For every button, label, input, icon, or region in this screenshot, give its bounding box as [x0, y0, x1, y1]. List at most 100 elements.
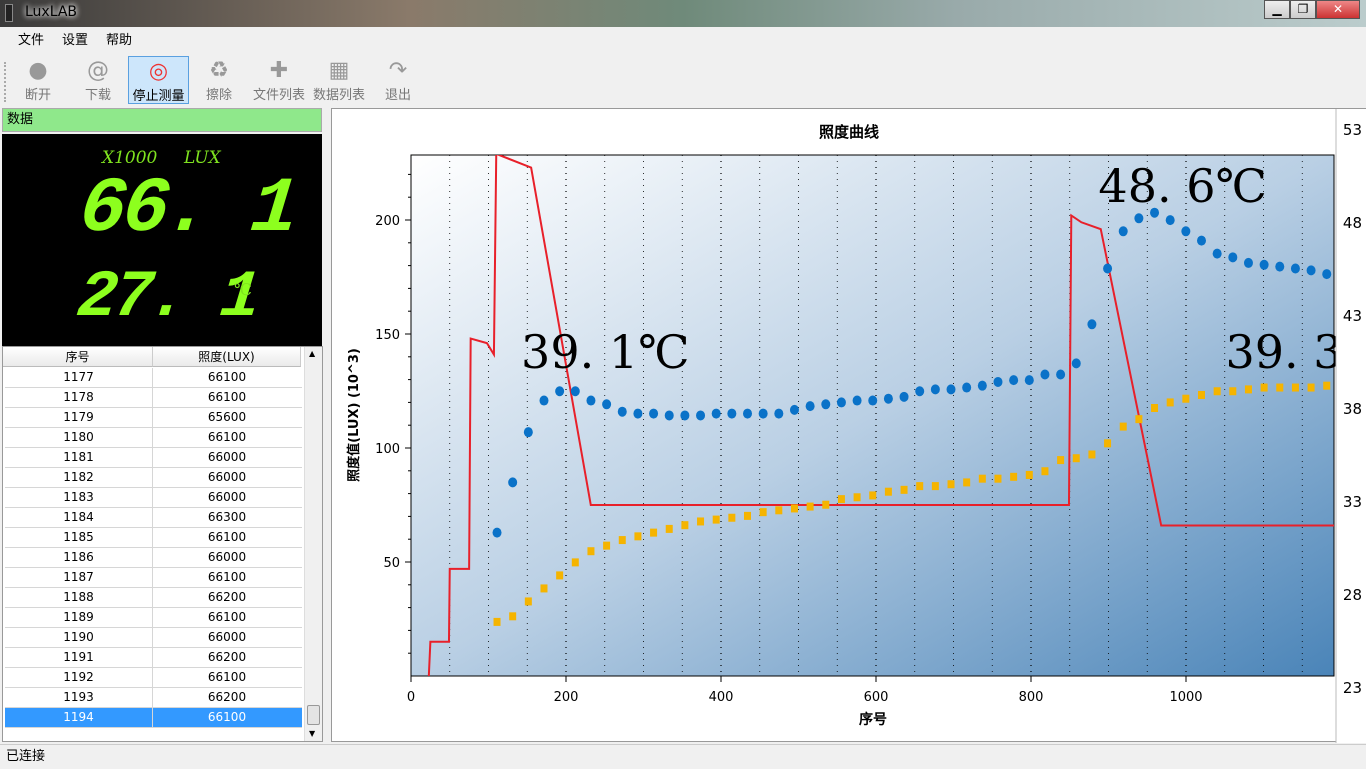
right-axis-panel	[1336, 109, 1366, 743]
temp1-point	[852, 395, 862, 406]
cell-lux: 66100	[207, 370, 247, 384]
temp2-point	[869, 491, 877, 500]
status-bar: 已连接	[0, 744, 1366, 768]
cell-index: 1179	[5, 408, 153, 427]
cell-index: 1182	[5, 468, 153, 487]
x-tick-label: 400	[709, 690, 734, 705]
temp1-point	[1103, 263, 1113, 274]
table-row[interactable]: 1187 66100	[5, 568, 302, 588]
temp2-point	[900, 485, 908, 494]
table-scrollbar[interactable]: ▲ ▼	[304, 347, 322, 741]
table-row[interactable]: 1189 66100	[5, 608, 302, 628]
chart-title: 照度曲线	[819, 123, 879, 141]
toolbar-button-0[interactable]: ● 断开	[10, 56, 66, 104]
temp2-point	[587, 547, 595, 556]
temp1-point	[883, 393, 893, 404]
temp2-point	[916, 482, 924, 491]
menu-help[interactable]: 帮助	[106, 29, 132, 53]
temp1-point	[711, 408, 721, 419]
address-book-icon: @	[87, 57, 109, 83]
table-row[interactable]: 1182 66000	[5, 468, 302, 488]
x-tick-label: 200	[554, 690, 579, 705]
table-row[interactable]: 1191 66200	[5, 648, 302, 668]
temp2-point	[1151, 404, 1159, 412]
temp2-point	[1276, 383, 1284, 392]
table-row[interactable]: 1180 66100	[5, 428, 302, 448]
temperature-annotation: 39. 1℃	[521, 325, 690, 379]
scroll-up-icon[interactable]: ▲	[309, 349, 315, 358]
temp1-point	[1322, 269, 1332, 280]
temp1-point	[774, 408, 784, 419]
table-row[interactable]: 1177 66100	[5, 368, 302, 388]
table-row[interactable]: 1193 66200	[5, 688, 302, 708]
table-row[interactable]: 1190 66000	[5, 628, 302, 648]
table-row[interactable]: 1194 66100	[5, 708, 302, 728]
y2-tick-label: 33	[1343, 493, 1362, 511]
table-row[interactable]: 1185 66100	[5, 528, 302, 548]
menu-settings[interactable]: 设置	[62, 29, 88, 53]
temp2-point	[1072, 454, 1080, 463]
y2-tick-label: 28	[1343, 586, 1362, 604]
minimize-button[interactable]: ▁	[1264, 0, 1290, 19]
temp2-point	[650, 528, 658, 537]
temp2-point	[1104, 439, 1112, 448]
cell-lux: 66300	[207, 510, 247, 524]
folder-add-icon: ✚	[269, 57, 289, 83]
temp1-point	[930, 384, 940, 395]
temp2-point	[1025, 470, 1033, 479]
toolbar-button-2[interactable]: ◎ 停止测量	[128, 56, 189, 104]
scroll-thumb[interactable]	[307, 705, 320, 725]
toolbar-button-6[interactable]: ↷ 退出	[372, 56, 424, 104]
temp1-point	[523, 427, 533, 438]
temp2-point	[1119, 422, 1127, 431]
temp1-point	[617, 406, 627, 417]
bulb-icon: ●	[28, 57, 48, 83]
table-row[interactable]: 1181 66000	[5, 448, 302, 468]
temp2-point	[963, 478, 971, 487]
scroll-down-icon[interactable]: ▼	[309, 729, 315, 738]
temp2-point	[853, 493, 861, 502]
y-tick-label: 50	[383, 556, 400, 571]
temp1-point	[993, 376, 1003, 387]
toolbar-button-3[interactable]: ♻ 擦除	[193, 56, 245, 104]
lcd-display: X1000 LUX 66. 1 27. 1 ℃	[2, 134, 322, 346]
toolbar-button-label: 下载	[84, 88, 111, 103]
toolbar-button-4[interactable]: ✚ 文件列表	[248, 56, 310, 104]
temp2-point	[681, 521, 689, 530]
column-header-lux[interactable]: 照度(LUX)	[153, 347, 301, 367]
cell-lux: 65600	[207, 410, 247, 424]
temp1-point	[1197, 235, 1206, 246]
menu-file[interactable]: 文件	[18, 29, 44, 53]
cell-lux: 66100	[207, 570, 247, 584]
cell-lux: 66100	[207, 530, 247, 544]
table-row[interactable]: 1184 66300	[5, 508, 302, 528]
temp2-point	[1307, 383, 1315, 392]
temp1-point	[727, 408, 737, 419]
trash-icon: ♻	[209, 57, 229, 83]
table-row[interactable]: 1178 66100	[5, 388, 302, 408]
table-row[interactable]: 1188 66200	[5, 588, 302, 608]
temp1-point	[602, 399, 612, 410]
cell-lux: 66100	[207, 670, 247, 684]
cell-index: 1192	[5, 668, 153, 687]
temp1-point	[664, 410, 674, 421]
temp1-point	[789, 404, 799, 415]
y-tick-label: 150	[375, 328, 400, 343]
table-row[interactable]: 1179 65600	[5, 408, 302, 428]
toolbar-grip[interactable]	[4, 62, 6, 102]
table-row[interactable]: 1192 66100	[5, 668, 302, 688]
toolbar-button-5[interactable]: ▦ 数据列表	[308, 56, 370, 104]
cell-index: 1193	[5, 688, 153, 707]
temp2-point	[947, 480, 955, 489]
toolbar-button-1[interactable]: @ 下载	[70, 56, 126, 104]
cell-lux: 66100	[207, 610, 247, 624]
table-row[interactable]: 1183 66000	[5, 488, 302, 508]
table-row[interactable]: 1186 66000	[5, 548, 302, 568]
close-button[interactable]: ✕	[1316, 0, 1360, 19]
celsius-label: ℃	[234, 280, 252, 299]
column-header-index[interactable]: 序号	[3, 347, 153, 367]
temp2-point	[1041, 467, 1049, 476]
plot-area	[410, 154, 1335, 677]
maximize-button[interactable]: ❐	[1290, 0, 1316, 19]
cell-index: 1181	[5, 448, 153, 467]
